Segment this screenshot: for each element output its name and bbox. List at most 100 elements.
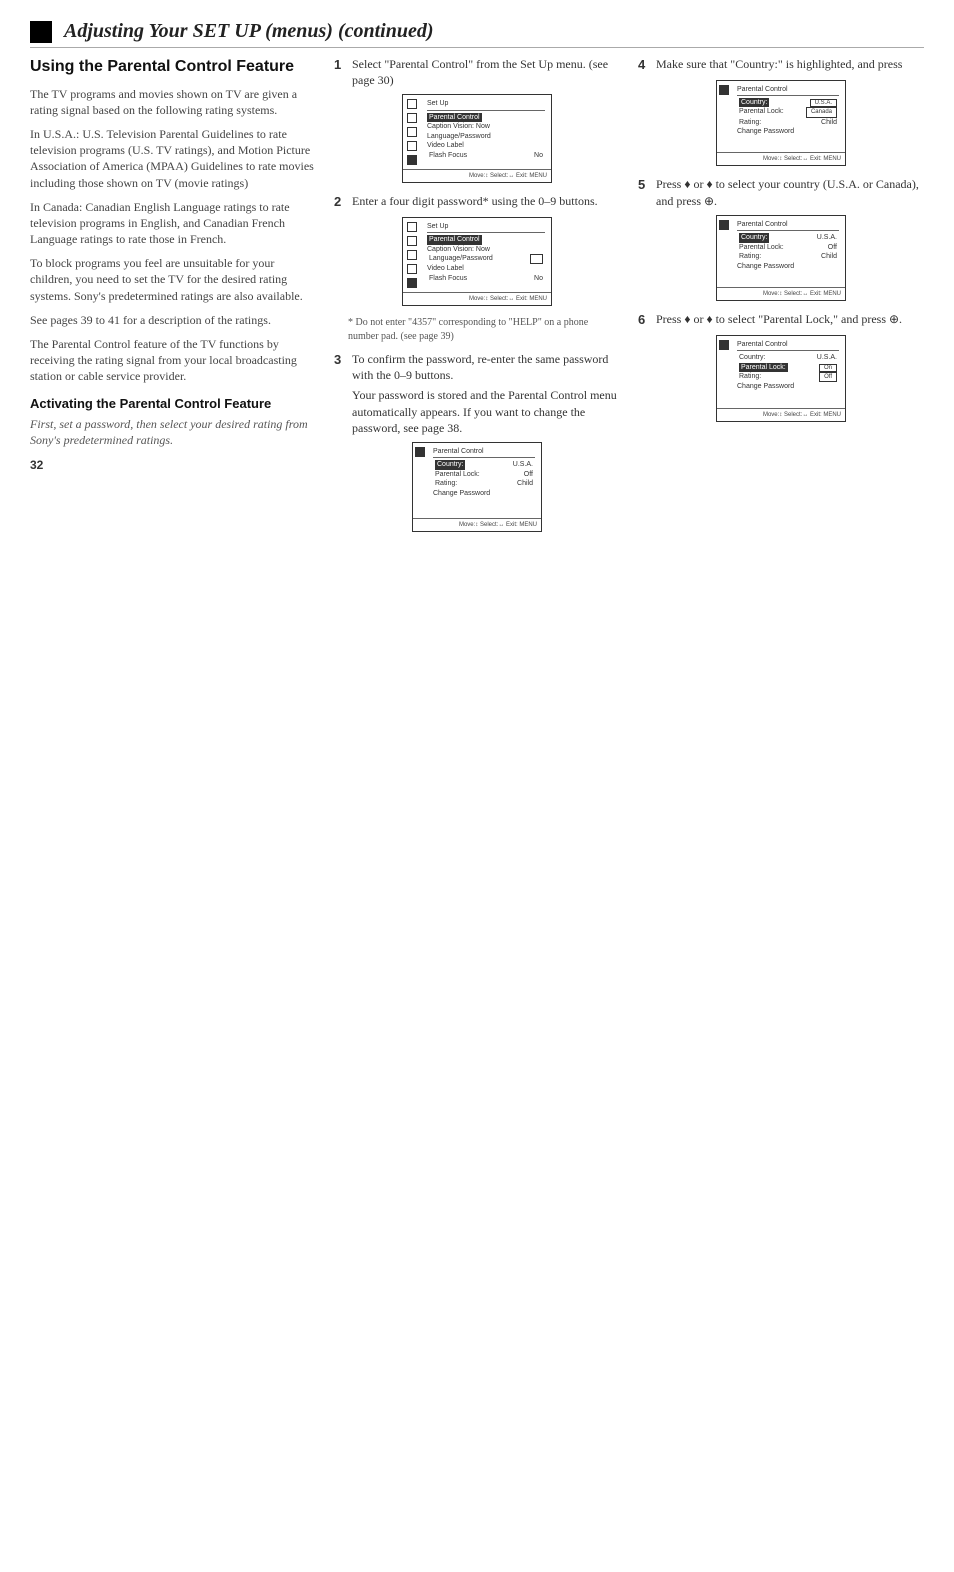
step-number-6: 6 [638, 311, 650, 329]
activating-instruction: First, set a password, then select your … [30, 416, 316, 448]
step-2-text: Enter a four digit password* using the 0… [352, 193, 620, 211]
osd-title: Set Up [427, 99, 545, 110]
header-square-icon [30, 21, 52, 43]
step-1-text: Select "Parental Control" from the Set U… [352, 56, 620, 88]
subheading-activating: Activating the Parental Control Feature [30, 395, 316, 413]
sidebar-icon [407, 250, 417, 260]
intro-para-function: The Parental Control feature of the TV f… [30, 336, 316, 385]
osd-country-label: Country: [739, 353, 765, 362]
step-number-1: 1 [334, 56, 346, 88]
osd-change-password: Change Password [737, 382, 839, 391]
osd-footer: Move:↕ Select:↔ Exit: MENU [403, 169, 551, 182]
osd-country-label: Country: [739, 233, 769, 242]
osd-title: Set Up [427, 222, 545, 233]
intro-para-canada: In Canada: Canadian English Language rat… [30, 199, 316, 248]
sidebar-icon [407, 99, 417, 109]
osd-row-value: No [534, 274, 543, 283]
page-title: Adjusting Your SET UP (menus) (continued… [64, 20, 434, 43]
osd-country-label: Country: [435, 460, 465, 469]
step-2: 2 Enter a four digit password* using the… [334, 193, 620, 211]
page-number: 32 [30, 457, 316, 473]
lock-icon [719, 340, 729, 350]
osd-country-opt-usa: U.S.A. [810, 99, 837, 107]
osd-change-password: Change Password [737, 262, 839, 271]
osd-row: Video Label [427, 141, 545, 150]
sidebar-icon-active [407, 278, 417, 288]
column-right: 4 Make sure that "Country:" is highlight… [638, 56, 924, 542]
step-1: 1 Select "Parental Control" from the Set… [334, 56, 620, 88]
intro-para-seepages: See pages 39 to 41 for a description of … [30, 312, 316, 328]
osd-country-opt-canada: Canada [806, 107, 837, 117]
osd-highlight: Parental Control [427, 113, 482, 122]
osd-rating-value: Child [821, 118, 837, 127]
osd-row: Caption Vision: Now [427, 245, 545, 254]
osd-title: Parental Control [433, 447, 535, 458]
step-3: 3 To confirm the password, re-enter the … [334, 351, 620, 436]
osd-rating-value: Child [821, 252, 837, 261]
step-number-4: 4 [638, 56, 650, 74]
step-number-2: 2 [334, 193, 346, 211]
column-middle: 1 Select "Parental Control" from the Set… [334, 56, 620, 542]
step-3-text-a: To confirm the password, re-enter the sa… [352, 351, 620, 383]
column-left: Using the Parental Control Feature The T… [30, 56, 316, 542]
osd-rating-label: Rating: [739, 118, 761, 127]
osd-title: Parental Control [737, 220, 839, 231]
lock-icon [719, 220, 729, 230]
content-columns: Using the Parental Control Feature The T… [30, 56, 924, 542]
lock-icon [719, 85, 729, 95]
osd-setup-menu-1: Set Up Parental Control Caption Vision: … [402, 94, 552, 183]
section-heading-parental: Using the Parental Control Feature [30, 56, 316, 78]
sidebar-icon [407, 222, 417, 232]
step-number-3: 3 [334, 351, 346, 436]
osd-row-value: No [534, 151, 543, 160]
osd-rating-label: Rating: [739, 252, 761, 261]
step-5-text: Press ♦ or ♦ to select your country (U.S… [656, 176, 924, 208]
osd-row-label: Flash Focus [429, 274, 467, 283]
osd-footer: Move:↕ Select:↔ Exit: MENU [717, 152, 845, 165]
osd-title: Parental Control [737, 340, 839, 351]
step-2-footnote: * Do not enter "4357" corresponding to "… [348, 316, 620, 343]
osd-row: Video Label [427, 264, 545, 273]
osd-lock-label: Parental Lock: [435, 470, 480, 479]
osd-rating-value: Child [517, 479, 533, 488]
osd-change-password: Change Password [737, 127, 839, 136]
osd-title: Parental Control [737, 85, 839, 96]
osd-country-value: U.S.A. [817, 353, 837, 362]
sidebar-icon [407, 141, 417, 151]
osd-row-label: Language/Password [429, 254, 493, 264]
osd-row-label: Flash Focus [429, 151, 467, 160]
osd-lock-value: Off [828, 243, 837, 252]
sidebar-icon [407, 113, 417, 123]
password-box [530, 254, 543, 264]
sidebar-icon [407, 127, 417, 137]
osd-parental-menu-3: Parental Control Country: U.S.A. Parenta… [716, 215, 846, 301]
osd-lock-value: Off [524, 470, 533, 479]
osd-lock-label: Parental Lock: [739, 107, 784, 117]
osd-footer: Move:↕ Select:↔ Exit: MENU [717, 287, 845, 300]
osd-country-value: U.S.A. [817, 233, 837, 242]
osd-country-value: U.S.A. [513, 460, 533, 469]
osd-lock-label: Parental Lock: [739, 243, 784, 252]
sidebar-icon [407, 236, 417, 246]
osd-lock-label: Parental Lock: [739, 363, 788, 372]
osd-change-password: Change Password [433, 489, 535, 498]
sidebar-icon-active [407, 155, 417, 165]
step-3-text-b: Your password is stored and the Parental… [352, 387, 620, 436]
lock-icon [415, 447, 425, 457]
osd-footer: Move:↕ Select:↔ Exit: MENU [717, 408, 845, 421]
step-number-5: 5 [638, 176, 650, 208]
osd-parental-menu-1: Parental Control Country: U.S.A. Parenta… [412, 442, 542, 532]
intro-para-block: To block programs you feel are unsuitabl… [30, 255, 316, 304]
osd-row: Caption Vision: Now [427, 122, 545, 131]
osd-footer: Move:↕ Select:↔ Exit: MENU [403, 292, 551, 305]
sidebar-icon [407, 264, 417, 274]
step-6: 6 Press ♦ or ♦ to select "Parental Lock,… [638, 311, 924, 329]
osd-lock-opt-off: Off [819, 372, 837, 382]
intro-para-1: The TV programs and movies shown on TV a… [30, 86, 316, 118]
osd-lock-opt-on: On [819, 364, 837, 372]
step-5: 5 Press ♦ or ♦ to select your country (U… [638, 176, 924, 208]
page-header: Adjusting Your SET UP (menus) (continued… [30, 20, 924, 48]
osd-parental-menu-4: Parental Control Country: U.S.A. Parenta… [716, 335, 846, 422]
step-6-text: Press ♦ or ♦ to select "Parental Lock," … [656, 311, 924, 329]
step-4-text: Make sure that "Country:" is highlighted… [656, 56, 924, 74]
